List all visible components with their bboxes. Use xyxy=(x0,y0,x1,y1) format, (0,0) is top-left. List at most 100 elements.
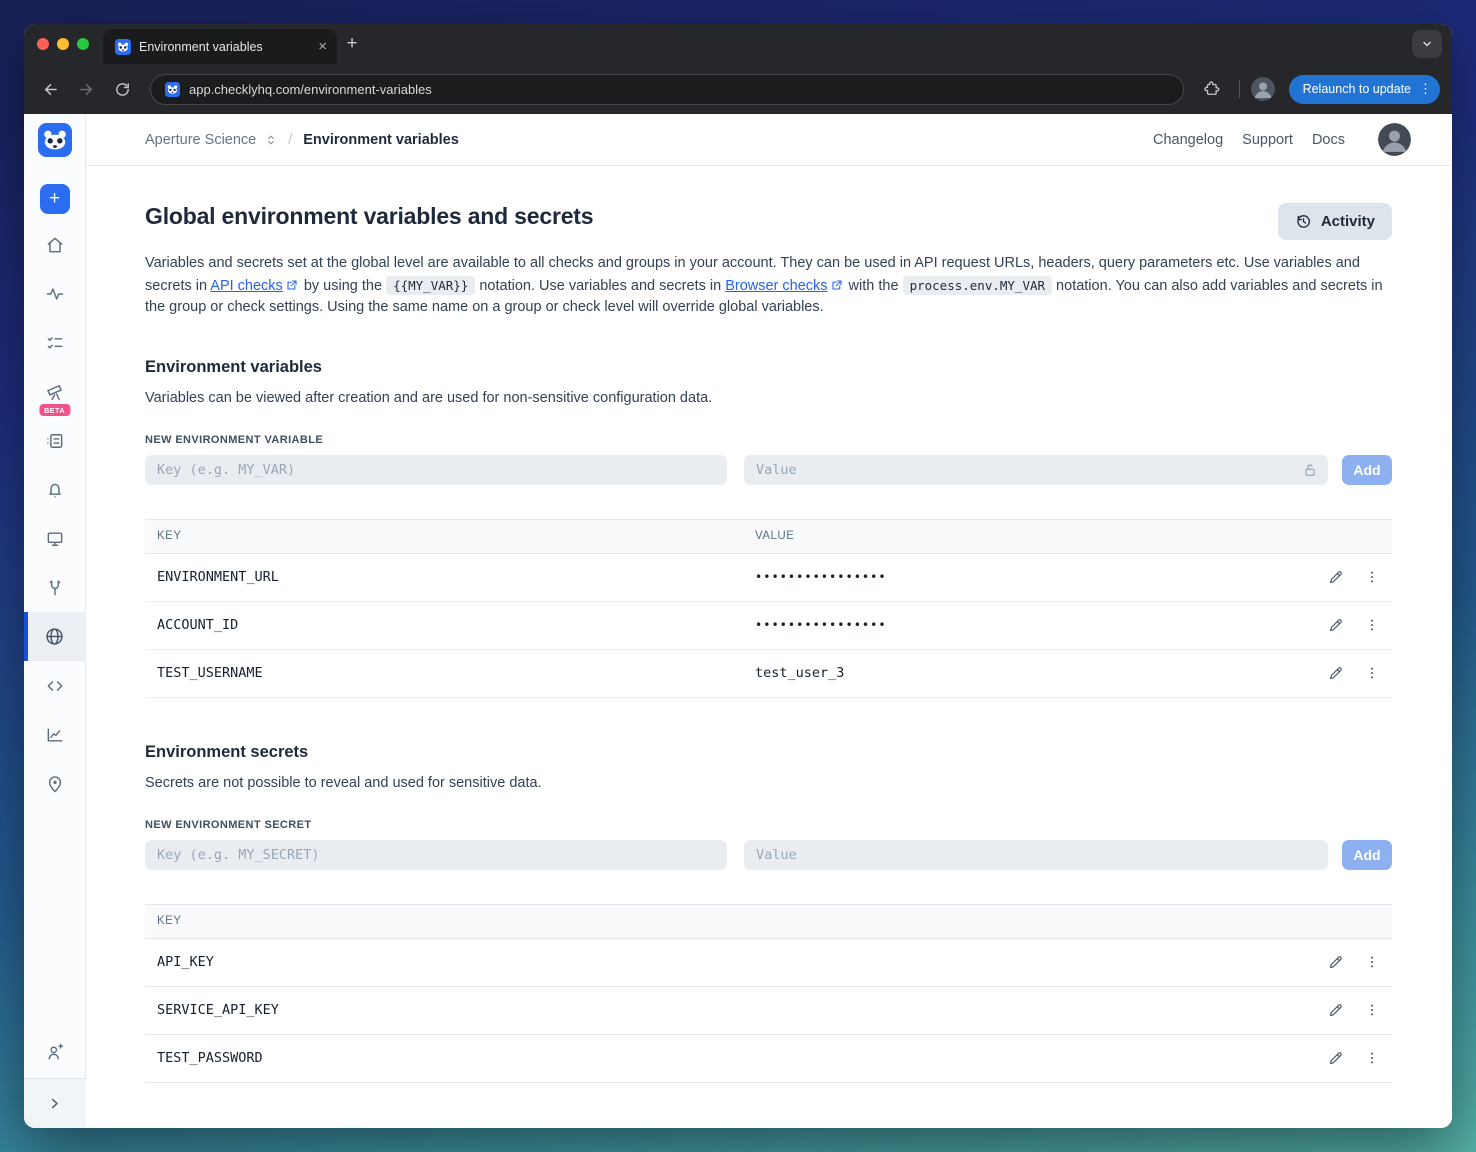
pencil-icon xyxy=(1329,1003,1342,1016)
browser-profile-avatar[interactable] xyxy=(1250,77,1275,101)
table-row: API_KEY xyxy=(145,939,1392,987)
activity-button[interactable]: Activity xyxy=(1277,203,1392,240)
sidebar-item-home[interactable] xyxy=(24,220,86,269)
table-row: SERVICE_API_KEY xyxy=(145,987,1392,1035)
variable-value-input[interactable] xyxy=(744,454,1328,485)
pulse-icon xyxy=(46,287,63,300)
back-button[interactable] xyxy=(34,73,66,105)
api-checks-link[interactable]: API checks xyxy=(210,278,283,294)
browser-checks-link[interactable]: Browser checks xyxy=(725,278,827,294)
edit-button[interactable] xyxy=(1323,565,1347,589)
expand-sidebar-button[interactable] xyxy=(24,1078,86,1128)
secret-value-input[interactable] xyxy=(744,839,1328,870)
edit-button[interactable] xyxy=(1323,661,1347,685)
user-avatar[interactable] xyxy=(1378,123,1411,156)
home-icon xyxy=(47,237,62,252)
variable-key: ACCOUNT_ID xyxy=(157,617,239,633)
row-menu-button[interactable] xyxy=(1360,565,1384,589)
beta-badge: BETA xyxy=(38,404,71,416)
browser-menu-kebab-icon[interactable]: ⋮ xyxy=(1419,81,1432,97)
row-menu-button[interactable] xyxy=(1360,613,1384,637)
sidebar-item-locations[interactable] xyxy=(24,759,86,808)
browser-titlebar: Environment variables × + xyxy=(24,24,1452,64)
environment-secrets-section: Environment secrets Secrets are not poss… xyxy=(145,743,1392,1083)
table-row: TEST_PASSWORD xyxy=(145,1035,1392,1083)
edit-button[interactable] xyxy=(1323,1046,1347,1070)
sidebar-item-environments[interactable] xyxy=(24,612,86,661)
tab-close-icon[interactable]: × xyxy=(318,39,327,54)
new-tab-button[interactable]: + xyxy=(337,24,367,64)
breadcrumb-account[interactable]: Aperture Science xyxy=(145,132,256,148)
external-link-icon xyxy=(286,279,298,291)
create-new-button[interactable]: + xyxy=(39,184,70,214)
pencil-icon xyxy=(1329,618,1342,631)
checkly-logo[interactable] xyxy=(37,123,72,157)
variable-key-input[interactable] xyxy=(145,454,727,485)
titlebar-chevron-button[interactable] xyxy=(1412,30,1442,58)
sidebar-item-activity[interactable] xyxy=(24,269,86,318)
app-header: Aperture Science / Environment variables… xyxy=(86,114,1452,166)
edit-button[interactable] xyxy=(1323,998,1347,1022)
relaunch-to-update-button[interactable]: Relaunch to update ⋮ xyxy=(1288,74,1440,104)
page-description: Variables and secrets set at the global … xyxy=(145,255,1383,315)
sidebar-item-beta-feature[interactable]: BETA xyxy=(24,367,86,416)
kebab-menu-icon xyxy=(1371,956,1373,968)
add-secret-button[interactable]: Add xyxy=(1342,839,1392,870)
minimize-window-button[interactable] xyxy=(57,38,69,50)
row-menu-button[interactable] xyxy=(1360,1046,1384,1070)
breadcrumb-separator: / xyxy=(288,131,293,148)
reload-button[interactable] xyxy=(106,73,138,105)
traffic-lights xyxy=(24,24,103,64)
browser-tab[interactable]: Environment variables × xyxy=(103,29,337,64)
column-header-value: VALUE xyxy=(755,530,795,542)
row-menu-button[interactable] xyxy=(1360,998,1384,1022)
kebab-menu-icon xyxy=(1371,1004,1373,1016)
support-link[interactable]: Support xyxy=(1242,132,1293,148)
add-user-icon xyxy=(47,1043,63,1060)
lock-open-icon xyxy=(1302,462,1318,478)
table-row: ENVIRONMENT_URL •••••••••••••••• xyxy=(145,554,1392,602)
list-box-icon xyxy=(46,433,62,448)
column-header-key: KEY xyxy=(157,915,182,927)
puzzle-icon xyxy=(1203,81,1219,95)
chevron-down-icon xyxy=(1423,41,1431,47)
close-window-button[interactable] xyxy=(37,38,49,50)
kebab-menu-icon xyxy=(1371,619,1373,631)
sidebar-item-checks[interactable] xyxy=(24,318,86,367)
variables-section-title: Environment variables xyxy=(145,357,322,376)
variable-key: ENVIRONMENT_URL xyxy=(157,569,279,585)
account-switcher-icon[interactable] xyxy=(264,132,278,148)
changelog-link[interactable]: Changelog xyxy=(1153,132,1223,148)
monitor-icon xyxy=(47,531,62,546)
clock-history-icon xyxy=(1297,215,1310,228)
address-bar[interactable]: app.checklyhq.com/environment-variables xyxy=(150,73,1184,105)
row-menu-button[interactable] xyxy=(1360,661,1384,685)
invite-user-button[interactable] xyxy=(24,1026,86,1078)
avatar-icon xyxy=(1378,123,1411,156)
add-variable-button[interactable]: Add xyxy=(1342,454,1392,485)
forward-button[interactable] xyxy=(70,73,102,105)
extensions-button[interactable] xyxy=(1196,73,1228,105)
url-text: app.checklyhq.com/environment-variables xyxy=(189,81,432,97)
edit-button[interactable] xyxy=(1323,613,1347,637)
sidebar-item-cli[interactable] xyxy=(24,661,86,710)
new-variable-label: NEW ENVIRONMENT VARIABLE xyxy=(145,433,324,446)
sidebar-item-maintenance[interactable] xyxy=(24,563,86,612)
secret-key-input[interactable] xyxy=(145,839,727,870)
sidebar-item-alerts[interactable] xyxy=(24,465,86,514)
secret-key: TEST_PASSWORD xyxy=(157,1050,263,1066)
sidebar-item-analytics[interactable] xyxy=(24,710,86,759)
sidebar-item-dashboards[interactable] xyxy=(24,514,86,563)
secret-key: API_KEY xyxy=(157,954,214,970)
kebab-menu-icon xyxy=(1371,667,1373,679)
docs-link[interactable]: Docs xyxy=(1312,132,1345,148)
row-menu-button[interactable] xyxy=(1360,950,1384,974)
browser-window: Environment variables × + app.checklyhq.… xyxy=(24,24,1452,1128)
sidebar-item-runbooks[interactable] xyxy=(24,416,86,465)
location-pin-icon xyxy=(48,775,61,792)
breadcrumb-page: Environment variables xyxy=(303,131,459,148)
secret-key: SERVICE_API_KEY xyxy=(157,1002,279,1018)
relaunch-label: Relaunch to update xyxy=(1302,82,1411,96)
maximize-window-button[interactable] xyxy=(77,38,89,50)
edit-button[interactable] xyxy=(1323,950,1347,974)
